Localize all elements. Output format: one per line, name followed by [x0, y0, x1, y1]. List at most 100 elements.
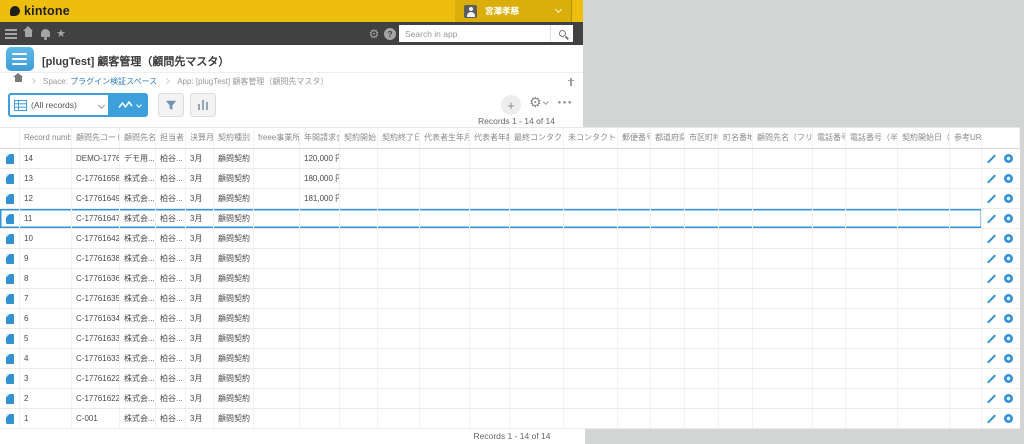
open-record-icon[interactable] — [1004, 174, 1013, 183]
open-record-icon[interactable] — [1004, 354, 1013, 363]
open-record-icon[interactable] — [1004, 234, 1013, 243]
column-header[interactable]: 代表者年齢 — [470, 128, 510, 148]
column-header[interactable]: 顧問先名（フリガナ） — [753, 128, 813, 148]
open-record-icon[interactable] — [1004, 314, 1013, 323]
column-header[interactable]: freee事業所番号 — [254, 128, 300, 148]
column-header[interactable]: 担当者 — [156, 128, 186, 148]
column-header[interactable]: Record number — [20, 128, 72, 148]
edit-record-icon[interactable] — [987, 174, 996, 183]
record-doc-icon[interactable] — [6, 374, 14, 384]
column-header[interactable]: 最終コンタクト日 — [510, 128, 564, 148]
table-row[interactable]: 7C-17761635...株式会...柏谷...3月顧問契約 — [0, 289, 1020, 309]
edit-record-icon[interactable] — [987, 234, 996, 243]
open-record-icon[interactable] — [1004, 254, 1013, 263]
home-icon[interactable] — [20, 22, 36, 45]
record-doc-icon[interactable] — [6, 294, 14, 304]
edit-record-icon[interactable] — [987, 254, 996, 263]
record-doc-icon[interactable] — [6, 354, 14, 364]
chart-button[interactable] — [190, 93, 216, 117]
edit-record-icon[interactable] — [987, 154, 996, 163]
open-record-icon[interactable] — [1004, 294, 1013, 303]
edit-record-icon[interactable] — [987, 394, 996, 403]
edit-record-icon[interactable] — [987, 354, 996, 363]
edit-record-icon[interactable] — [987, 294, 996, 303]
record-doc-icon[interactable] — [6, 414, 14, 424]
column-header[interactable]: 契約種別 — [214, 128, 254, 148]
record-doc-icon[interactable] — [6, 214, 14, 224]
open-record-icon[interactable] — [1004, 214, 1013, 223]
column-header[interactable]: 契約終了日 — [378, 128, 420, 148]
column-header[interactable]: 年間請求合計 — [300, 128, 340, 148]
open-record-icon[interactable] — [1004, 334, 1013, 343]
hamburger-menu-icon[interactable] — [2, 22, 20, 45]
pin-icon[interactable] — [567, 78, 574, 86]
favorites-star-icon[interactable]: ★ — [53, 22, 69, 45]
column-header[interactable]: 契約開始日（和暦） — [898, 128, 950, 148]
table-row[interactable]: 1C-001株式会...柏谷...3月顧問契約 — [0, 409, 1020, 429]
record-doc-icon[interactable] — [6, 334, 14, 344]
table-row[interactable]: 6C-17761634...株式会...柏谷...3月顧問契約 — [0, 309, 1020, 329]
table-row[interactable]: 2C-17761622...株式会...柏谷...3月顧問契約 — [0, 389, 1020, 409]
user-menu[interactable]: 宮澤孝慈 — [455, 0, 572, 22]
edit-record-icon[interactable] — [987, 214, 996, 223]
record-doc-icon[interactable] — [6, 274, 14, 284]
edit-record-icon[interactable] — [987, 194, 996, 203]
record-doc-icon[interactable] — [6, 174, 14, 184]
edit-record-icon[interactable] — [987, 414, 996, 423]
edit-record-icon[interactable] — [987, 374, 996, 383]
column-header[interactable]: 町名番地 — [719, 128, 753, 148]
table-row[interactable]: 14DEMO-1776...デモ用...柏谷...3月顧問契約120,000 円 — [0, 149, 1020, 169]
breadcrumb-space-link[interactable]: プラグイン検証スペース — [70, 76, 157, 87]
table-row[interactable]: 10C-17761642...株式会...柏谷...3月顧問契約 — [0, 229, 1020, 249]
column-header[interactable]: 参考URL — [950, 128, 982, 148]
edit-record-icon[interactable] — [987, 314, 996, 323]
open-record-icon[interactable] — [1004, 194, 1013, 203]
open-record-icon[interactable] — [1004, 394, 1013, 403]
breadcrumb-home-icon[interactable] — [13, 77, 23, 85]
column-header[interactable]: 郵便番号 — [618, 128, 651, 148]
app-icon[interactable] — [6, 47, 34, 71]
record-doc-icon[interactable] — [6, 234, 14, 244]
filter-button[interactable] — [158, 93, 184, 117]
open-record-icon[interactable] — [1004, 154, 1013, 163]
record-doc-icon[interactable] — [6, 194, 14, 204]
table-row[interactable]: 3C-17761622...株式会...柏谷...3月顧問契約 — [0, 369, 1020, 389]
column-header[interactable]: 未コンタクト日数 — [564, 128, 618, 148]
help-icon[interactable]: ? — [382, 22, 398, 45]
add-record-button[interactable]: + — [501, 95, 521, 115]
open-record-icon[interactable] — [1004, 274, 1013, 283]
table-row[interactable]: 12C-17761649...株式会...柏谷...3月顧問契約181,000 … — [0, 189, 1020, 209]
column-header[interactable]: 顧問先コード — [72, 128, 120, 148]
app-search-input[interactable] — [399, 25, 550, 42]
record-doc-icon[interactable] — [6, 314, 14, 324]
column-header[interactable]: 代表者生年月日 — [420, 128, 470, 148]
column-header[interactable]: 契約開始日 — [340, 128, 378, 148]
table-row[interactable]: 8C-17761636...株式会...柏谷...3月顧問契約 — [0, 269, 1020, 289]
table-row[interactable]: 13C-17761658...株式会...柏谷...3月顧問契約180,000 … — [0, 169, 1020, 189]
column-header[interactable]: 電話番号（半角） — [846, 128, 898, 148]
column-header[interactable]: 顧問先名 — [120, 128, 156, 148]
table-row[interactable]: 4C-17761633...株式会...柏谷...3月顧問契約 — [0, 349, 1020, 369]
app-settings-button[interactable]: ⚙ — [529, 95, 547, 111]
record-doc-icon[interactable] — [6, 254, 14, 264]
column-header[interactable]: 電話番号 — [813, 128, 846, 148]
search-button[interactable] — [550, 25, 573, 42]
table-row[interactable]: 11C-17761647...株式会...柏谷...3月顧問契約 — [0, 209, 1020, 229]
settings-gear-icon[interactable]: ⚙ — [366, 22, 382, 45]
table-row[interactable]: 9C-17761638...株式会...柏谷...3月顧問契約 — [0, 249, 1020, 269]
graph-view-button[interactable] — [110, 93, 148, 117]
view-selector[interactable]: (All records) — [8, 93, 110, 117]
record-doc-icon[interactable] — [6, 154, 14, 164]
edit-record-icon[interactable] — [987, 274, 996, 283]
open-record-icon[interactable] — [1004, 414, 1013, 423]
column-header[interactable]: 決算月 — [186, 128, 214, 148]
table-row[interactable]: 5C-17761633...株式会...柏谷...3月顧問契約 — [0, 329, 1020, 349]
more-options-button[interactable]: ●●● — [558, 100, 573, 106]
record-doc-icon[interactable] — [6, 394, 14, 404]
notifications-bell-icon[interactable] — [38, 22, 52, 45]
column-header[interactable]: 市区町村 — [685, 128, 719, 148]
column-header[interactable]: 都道府県 — [651, 128, 685, 148]
edit-record-icon[interactable] — [987, 334, 996, 343]
open-record-icon[interactable] — [1004, 374, 1013, 383]
kintone-logo[interactable]: kintone — [10, 4, 70, 18]
